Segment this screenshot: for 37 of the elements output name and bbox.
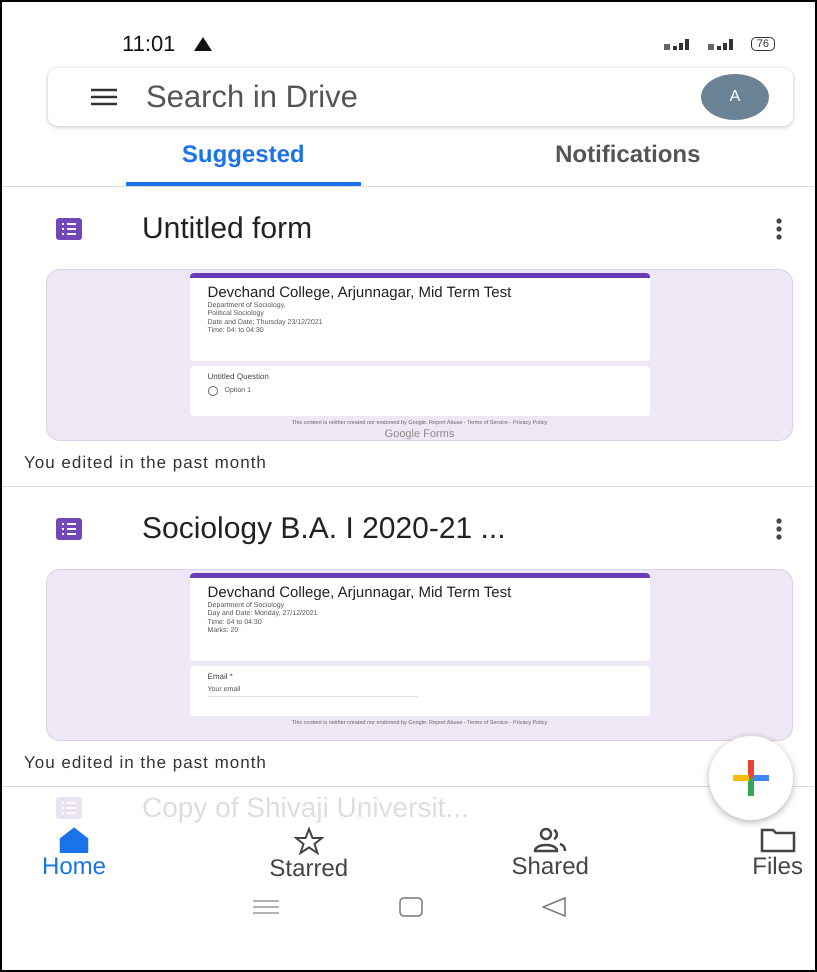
search-field[interactable]: Search in Drive A [48, 68, 793, 126]
form-heading: Devchand College, Arjunnagar, Mid Term Test [208, 284, 512, 302]
new-button[interactable] [709, 736, 793, 820]
star-icon [294, 827, 324, 855]
question-label: Email * [208, 672, 234, 681]
form-icon [56, 218, 82, 240]
tab[interactable]: Suggested [126, 128, 360, 186]
menu-icon[interactable] [90, 88, 118, 106]
battery-indicator: 76 [750, 37, 775, 51]
tab[interactable]: Notifications [510, 128, 745, 186]
question-label: Untitled Question [208, 372, 270, 381]
back-icon[interactable] [542, 897, 566, 917]
people-icon [532, 827, 568, 853]
form-preview[interactable] [46, 269, 793, 441]
avatar[interactable]: A [701, 74, 769, 120]
forms-brand: Google Forms [384, 428, 454, 440]
plus-icon [731, 758, 771, 798]
file-title[interactable]: Sociology B.A. I 2020-21 ... [142, 512, 715, 546]
status-time: 11:01 [122, 31, 176, 57]
activity-text: You edited in the past month [24, 753, 268, 773]
recent-apps-icon[interactable] [252, 899, 280, 915]
warning-icon [193, 36, 214, 52]
more-options-icon[interactable] [775, 517, 783, 541]
form-preview[interactable] [46, 569, 793, 741]
home-icon [59, 827, 90, 853]
nav-tab[interactable]: Home [42, 827, 106, 885]
nav-tab[interactable]: Starred [269, 827, 348, 885]
activity-text: You edited in the past month [24, 453, 268, 473]
folder-icon [760, 827, 796, 853]
nav-tab[interactable]: Shared [512, 827, 589, 885]
more-options-icon[interactable] [775, 217, 783, 241]
file-title[interactable]: Untitled form [142, 212, 715, 246]
form-icon [56, 518, 82, 540]
form-heading: Devchand College, Arjunnagar, Mid Term Test [208, 584, 512, 602]
nav-tab[interactable]: Files [752, 827, 803, 885]
home-button-icon[interactable] [398, 897, 422, 917]
form-icon [56, 797, 82, 819]
